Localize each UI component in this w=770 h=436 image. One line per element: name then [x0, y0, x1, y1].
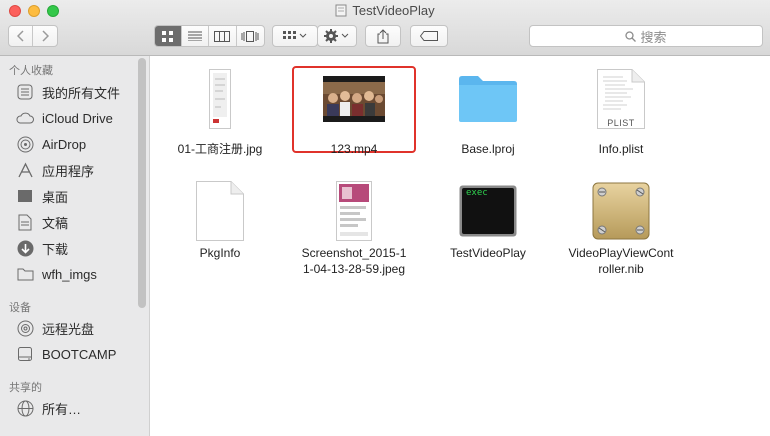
video-file-icon	[286, 64, 422, 134]
sidebar-item-wfh-imgs[interactable]: wfh_imgs	[16, 263, 97, 285]
sidebar-item-desktop[interactable]: 桌面	[16, 185, 68, 207]
gear-icon	[324, 29, 349, 43]
folder-icon	[335, 4, 347, 17]
nib-file-icon	[553, 176, 689, 246]
file-item[interactable]: PLIST Info.plist	[553, 64, 689, 156]
share-icon	[377, 28, 389, 43]
globe-icon	[16, 399, 34, 417]
sidebar-item-label: 所有…	[42, 401, 82, 417]
cloud-icon	[16, 109, 34, 127]
file-name: Info.plist	[598, 142, 644, 156]
back-button[interactable]	[9, 26, 34, 46]
tag-icon	[420, 31, 438, 41]
toolbar: TestVideoPlay 搜索	[0, 0, 770, 56]
sidebar-item-label: BOOTCAMP	[42, 346, 117, 362]
disc-icon	[16, 319, 34, 337]
sidebar-item-icloud-drive[interactable]: iCloud Drive	[16, 107, 113, 129]
document-icon	[16, 213, 34, 231]
file-name-line-2: 1-04-13-28-59.jpeg	[302, 262, 406, 276]
file-item[interactable]: Screenshot_2015-1 1-04-13-28-59.jpeg	[286, 176, 422, 276]
sidebar-item-all-files[interactable]: 我的所有文件	[16, 81, 120, 103]
terminal-exec-icon	[420, 176, 556, 246]
sidebar-section-shared: 共享的	[9, 382, 42, 394]
sidebar-item-bootcamp[interactable]: BOOTCAMP	[16, 343, 116, 365]
folder-icon	[420, 64, 556, 134]
file-item[interactable]: VideoPlayViewCont roller.nib	[553, 176, 689, 276]
sidebar-scrollbar[interactable]	[138, 58, 146, 308]
exec-badge: exec	[466, 188, 488, 198]
column-view-button[interactable]	[209, 26, 237, 46]
sidebar-item-label: 下载	[42, 241, 69, 257]
file-item[interactable]: Base.lproj	[420, 64, 556, 156]
cover-flow-icon	[241, 30, 259, 42]
file-name-line-1: Screenshot_2015-1	[301, 246, 407, 260]
sidebar-item-label: 应用程序	[42, 163, 95, 179]
file-name-line-2: roller.nib	[598, 262, 644, 276]
file-item[interactable]: 01-工商注册.jpg	[152, 64, 288, 156]
file-name: PkgInfo	[199, 246, 241, 260]
file-name: 123.mp4	[330, 142, 378, 156]
desktop-icon	[16, 187, 34, 205]
sidebar-item-label: AirDrop	[42, 136, 87, 152]
file-item-selected[interactable]: 123.mp4	[286, 64, 422, 156]
chevron-right-icon	[42, 30, 49, 42]
airdrop-icon	[16, 135, 34, 153]
list-view-button[interactable]	[182, 26, 210, 46]
share-button[interactable]	[365, 25, 401, 47]
sidebar-item-all-shared[interactable]: 所有…	[16, 397, 81, 419]
applications-icon	[16, 161, 34, 179]
sidebar-item-label: iCloud Drive	[42, 110, 113, 126]
forward-button[interactable]	[33, 26, 57, 46]
file-item[interactable]: PkgInfo	[152, 176, 288, 276]
grid-icon	[162, 30, 174, 42]
image-file-icon	[152, 64, 288, 134]
nav-buttons	[8, 25, 58, 47]
plist-badge: PLIST	[607, 118, 635, 128]
search-icon	[625, 30, 637, 42]
sidebar-item-label: 远程光盘	[42, 321, 95, 337]
file-name: TestVideoPlay	[450, 246, 526, 260]
sidebar-item-label: 桌面	[42, 189, 69, 205]
cover-flow-button[interactable]	[237, 26, 264, 46]
sidebar-item-label: wfh_imgs	[42, 266, 97, 282]
sidebar-item-label: 文稿	[42, 215, 69, 231]
file-name: 01-工商注册.jpg	[177, 142, 263, 156]
sidebar-item-applications[interactable]: 应用程序	[16, 159, 94, 181]
blank-file-icon	[152, 176, 288, 246]
all-files-icon	[16, 83, 34, 101]
sidebar-item-label: 我的所有文件	[42, 85, 121, 101]
columns-icon	[214, 30, 231, 42]
sidebar-item-airdrop[interactable]: AirDrop	[16, 133, 86, 155]
view-mode-control	[154, 25, 265, 47]
sidebar-section-devices: 设备	[9, 302, 31, 314]
action-button[interactable]	[317, 25, 357, 47]
file-item[interactable]: exec TestVideoPlay	[420, 176, 556, 276]
file-name: Base.lproj	[461, 142, 515, 156]
sidebar-section-favorites: 个人收藏	[9, 65, 53, 77]
folder-icon	[16, 265, 34, 283]
chevron-left-icon	[16, 30, 24, 42]
file-browser: 01-工商注册.jpg 123.mp4 Base.lproj PLIST Inf…	[151, 56, 770, 436]
list-icon	[187, 31, 202, 41]
download-icon	[16, 239, 34, 257]
search-placeholder: 搜索	[640, 29, 667, 45]
window-title: TestVideoPlay	[0, 3, 770, 18]
screenshot-file-icon	[286, 176, 422, 246]
sidebar-item-remote-disc[interactable]: 远程光盘	[16, 317, 94, 339]
sidebar: 个人收藏 我的所有文件 iCloud Drive AirDrop 应用程序 桌面	[0, 56, 150, 436]
arrange-icon	[283, 31, 307, 39]
search-field[interactable]: 搜索	[529, 25, 763, 47]
icon-view-button[interactable]	[155, 26, 182, 46]
arrange-button[interactable]	[272, 25, 318, 47]
sidebar-item-downloads[interactable]: 下载	[16, 237, 68, 259]
hard-drive-icon	[16, 345, 34, 363]
file-name-line-1: VideoPlayViewCont	[568, 246, 674, 260]
sidebar-item-documents[interactable]: 文稿	[16, 211, 68, 233]
window-title-text: TestVideoPlay	[352, 3, 435, 18]
tags-button[interactable]	[410, 25, 448, 47]
